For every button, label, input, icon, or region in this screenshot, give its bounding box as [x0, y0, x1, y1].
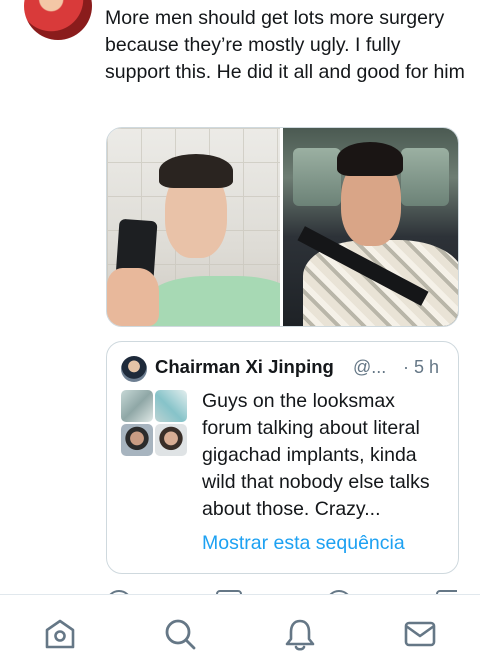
media-photo-before[interactable] [107, 128, 283, 326]
quoted-author-handle: @... [353, 357, 387, 377]
quoted-tweet-text: Guys on the looksmax forum talking about… [202, 390, 430, 520]
quoted-author-avatar[interactable] [121, 356, 147, 382]
home-icon[interactable] [42, 616, 78, 652]
photo-hair [159, 154, 233, 188]
car-window [401, 148, 449, 206]
messages-envelope-icon[interactable] [402, 616, 438, 652]
photo-hair [337, 142, 403, 176]
bottom-navigation-bar [0, 594, 480, 670]
thumbnail-image [121, 424, 153, 456]
thumbnail-image [155, 424, 187, 456]
thumbnail-image [155, 390, 187, 422]
thumbnail-image [121, 390, 153, 422]
car-window [293, 148, 341, 206]
tweet-text: More men should get lots more surgery be… [105, 7, 465, 83]
quoted-tweet[interactable]: Chairman Xi Jinping @... · 5 h Guys on t… [106, 341, 459, 574]
author-avatar[interactable] [24, 0, 92, 40]
quoted-timestamp: · 5 h [403, 357, 440, 377]
tweet-media-grid[interactable] [106, 127, 459, 327]
notifications-bell-icon[interactable] [282, 616, 318, 652]
quoted-author-name[interactable]: Chairman Xi Jinping [155, 356, 334, 378]
photo-shirt [147, 276, 280, 326]
show-thread-link[interactable]: Mostrar esta sequência [202, 532, 405, 555]
media-photo-after[interactable] [283, 128, 458, 326]
photo-hand [107, 268, 159, 326]
search-icon[interactable] [162, 616, 198, 652]
quoted-media-thumbnails[interactable] [121, 390, 187, 456]
